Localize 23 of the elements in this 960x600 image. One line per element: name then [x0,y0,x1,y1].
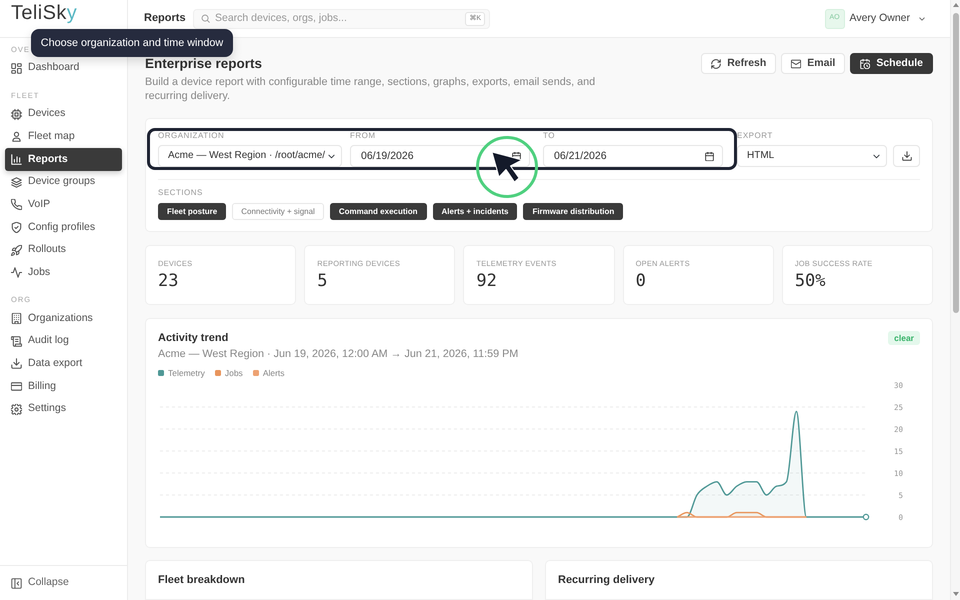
page-heading: Enterprise reports [145,56,264,72]
legend-label: Jobs [224,367,243,379]
stat-value: 5 [317,271,328,291]
field-label: EXPORT [737,131,774,141]
stat-value: 50% [794,271,827,291]
panel-title: Fleet breakdown [158,573,246,587]
stat-value: 92 [476,271,498,291]
field-label: ORGANIZATION [158,131,226,141]
section-label: SECTIONS [158,188,204,198]
stat-value: 0 [636,271,647,291]
panel-title: Recurring delivery [558,573,656,587]
chart-title: Activity trend [158,331,230,345]
stat-value: 23 [158,271,180,291]
field-label: TO [543,131,556,141]
chart-subtitle: Acme — West Region · Jun 19, 2026, 12:00 AM → Jun 21, 2026, 11:59 PM [158,347,518,361]
page-description: Build a device report with configurable time range, sections, graphs, exports, email sends, and recurring delivery. [145,75,596,103]
tooltip: Choose organization and time window [31,29,233,57]
logo: TeliSky [11,1,78,25]
status-badge: clear [888,331,920,345]
legend-label: Alerts [262,367,285,379]
legend-label: Telemetry [168,367,205,379]
field-label: FROM [350,131,377,141]
header-title: Reports [144,12,187,25]
